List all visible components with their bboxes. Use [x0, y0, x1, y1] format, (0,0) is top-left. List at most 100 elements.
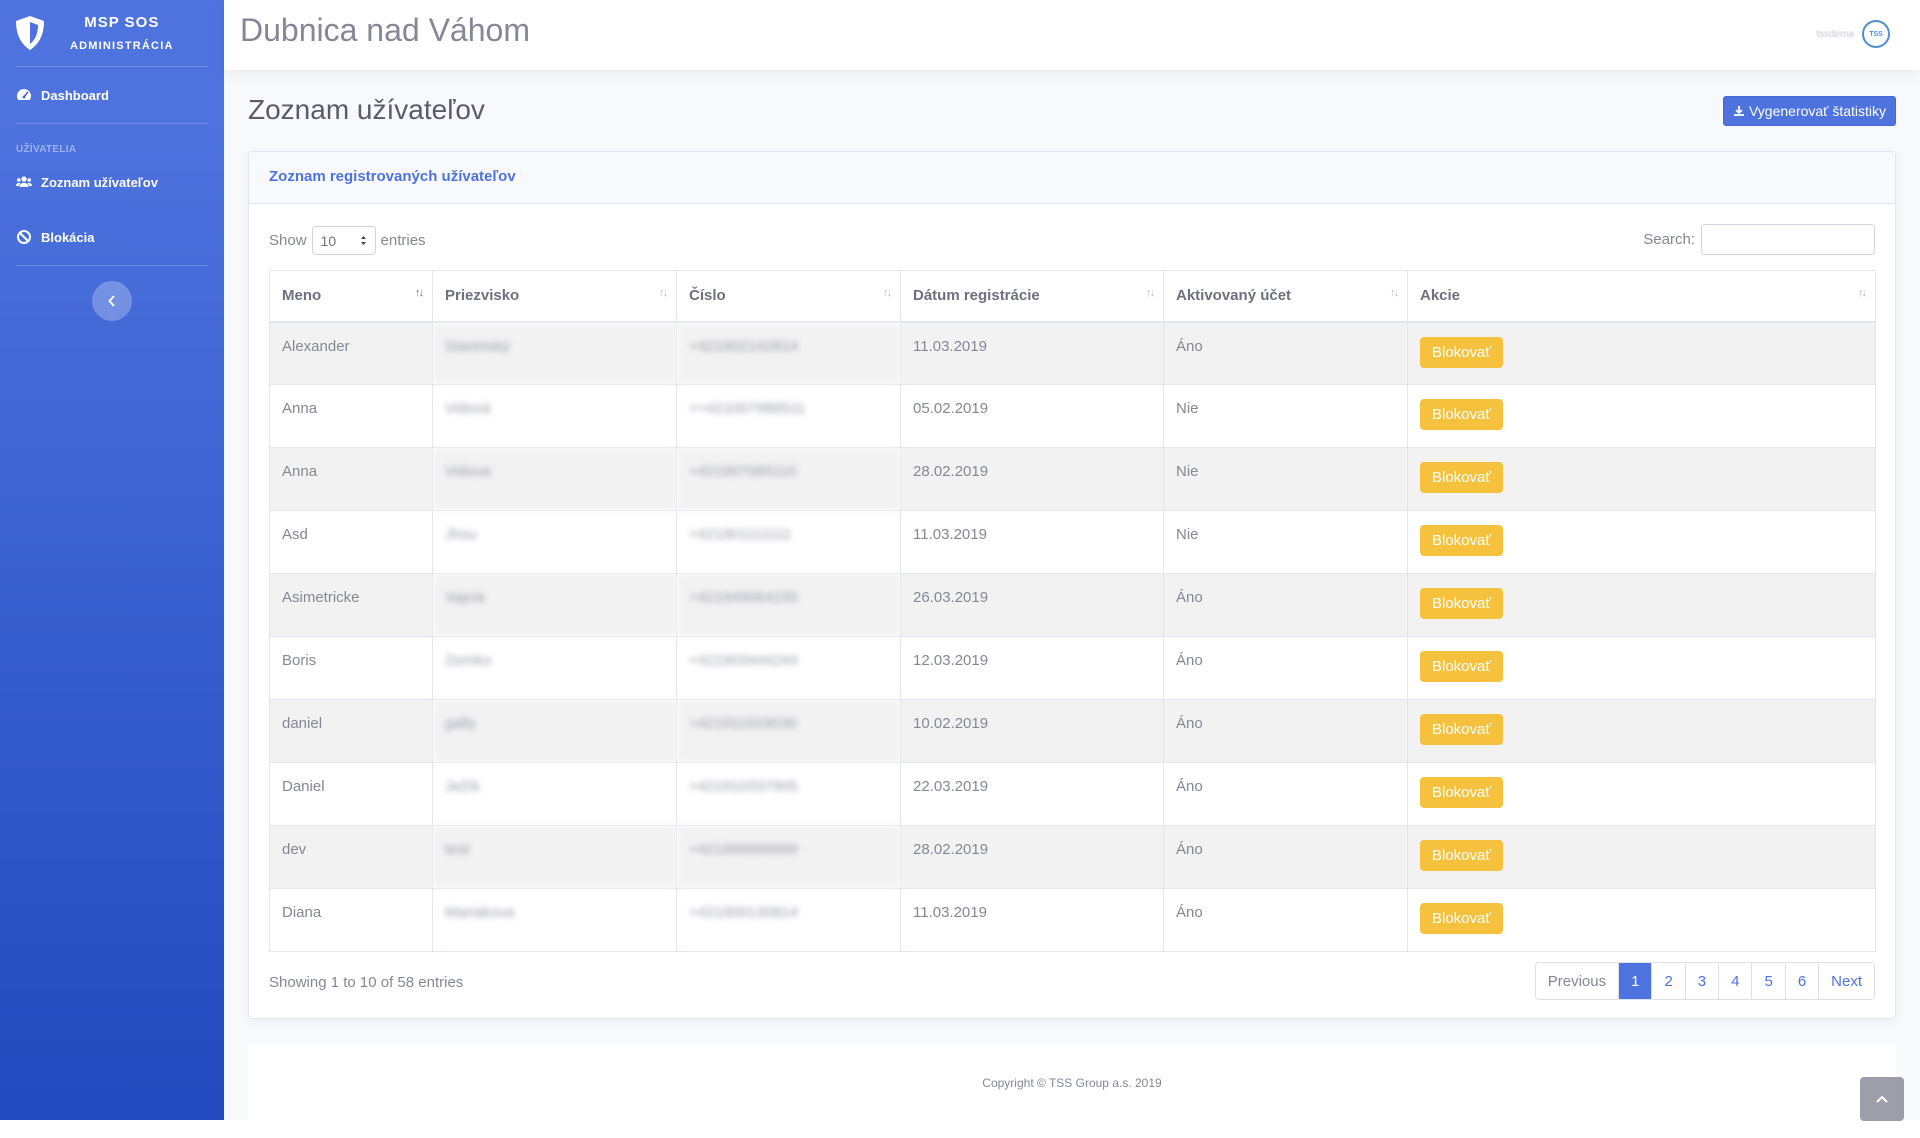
cell-cislo: +421901111111 — [676, 510, 901, 574]
cell-aktivovany: Áno — [1163, 573, 1408, 637]
pagination-previous[interactable]: Previous — [1535, 963, 1619, 999]
users-card: Zoznam registrovaných užívateľov Show 10… — [248, 151, 1896, 1019]
block-user-button[interactable]: Blokovať — [1420, 336, 1503, 368]
table-row: Asimetricke Vajcia +421949064230 26.03.2… — [269, 573, 1876, 637]
cell-datum: 11.03.2019 — [900, 321, 1164, 385]
entries-label: entries — [380, 232, 426, 249]
sidebar-item-users[interactable]: Zoznam užívateľov — [0, 163, 224, 201]
column-header-meno[interactable]: Meno ↑↓ — [269, 270, 433, 323]
cell-meno: Anna — [269, 447, 433, 511]
sidebar-brand[interactable]: MSP SOS ADMINISTRÁCIA — [0, 0, 224, 66]
card-header: Zoznam registrovaných užívateľov — [249, 152, 1895, 204]
table-row: Anna Vidova +421907065110 28.02.2019 Nie… — [269, 447, 1876, 511]
table-row: Alexander Staninský +421902142814 11.03.… — [269, 321, 1876, 385]
cell-aktivovany: Nie — [1163, 447, 1408, 511]
cell-priezvisko: Zemko — [432, 636, 677, 700]
pagination-page-6[interactable]: 6 — [1784, 963, 1819, 999]
cell-meno: Asimetricke — [269, 573, 433, 637]
brand-text: MSP SOS ADMINISTRÁCIA — [70, 14, 174, 52]
cell-aktivovany: Áno — [1163, 699, 1408, 763]
table-row: Boris Zemko +421903444244 12.03.2019 Áno… — [269, 636, 1876, 700]
block-user-button[interactable]: Blokovať — [1420, 399, 1503, 430]
cell-datum: 28.02.2019 — [900, 447, 1164, 511]
sidebar-item-label: Zoznam užívateľov — [41, 174, 158, 190]
sort-icon: ↑↓ — [883, 287, 892, 299]
block-user-button[interactable]: Blokovať — [1420, 525, 1503, 556]
cell-cislo: +421910337905 — [676, 762, 901, 826]
block-user-button[interactable]: Blokovať — [1420, 714, 1503, 745]
column-header-akcie[interactable]: Akcie ↑↓ — [1407, 270, 1876, 323]
cell-datum: 12.03.2019 — [900, 636, 1164, 700]
column-header-priezvisko[interactable]: Priezvisko ↑↓ — [432, 270, 677, 323]
cell-cislo: +421911619030 — [676, 699, 901, 763]
generate-statistics-label: Vygenerovať štatistiky — [1748, 103, 1886, 119]
cell-akcie: Blokovať — [1407, 699, 1876, 763]
cell-cislo: +421903444244 — [676, 636, 901, 700]
cell-akcie: Blokovať — [1407, 510, 1876, 574]
table-header-row: Meno ↑↓ Priezvisko ↑↓ Číslo ↑↓ Dátum regist… — [269, 270, 1876, 323]
cell-akcie: Blokovať — [1407, 888, 1876, 952]
cell-priezvisko: Mariakova — [432, 888, 677, 952]
cell-aktivovany: Áno — [1163, 321, 1408, 385]
table-row: daniel gally +421911619030 10.02.2019 Án… — [269, 699, 1876, 763]
user-name: tssdema — [1816, 28, 1854, 40]
sort-icon: ↑↓ — [1390, 287, 1399, 299]
cell-meno: Anna — [269, 384, 433, 448]
sort-icon: ↑↓ — [415, 287, 424, 299]
block-user-button[interactable]: Blokovať — [1420, 651, 1503, 682]
column-header-datum[interactable]: Dátum registrácie ↑↓ — [900, 270, 1164, 323]
cell-meno: dev — [269, 825, 433, 889]
download-icon — [1733, 106, 1744, 116]
pagination-page-1[interactable]: 1 — [1618, 963, 1652, 999]
cell-priezvisko: Staninský — [432, 321, 677, 385]
column-header-aktivovany[interactable]: Aktivovaný účet ↑↓ — [1163, 270, 1408, 323]
users-table: Meno ↑↓ Priezvisko ↑↓ Číslo ↑↓ Dátum regist… — [269, 270, 1876, 952]
pagination-next[interactable]: Next — [1818, 963, 1874, 999]
cell-cislo: +421907065110 — [676, 447, 901, 511]
pagination-page-3[interactable]: 3 — [1684, 963, 1719, 999]
sidebar-item-dashboard[interactable]: Dashboard — [0, 67, 224, 123]
sort-icon: ↑↓ — [1858, 287, 1867, 299]
block-user-button[interactable]: Blokovať — [1420, 840, 1503, 871]
table-row: Asd Jhsu +421901111111 11.03.2019 Nie Bl… — [269, 510, 1876, 574]
chevron-up-icon — [1876, 1095, 1888, 1103]
cell-meno: daniel — [269, 699, 433, 763]
cell-aktivovany: Nie — [1163, 510, 1408, 574]
pagination-page-2[interactable]: 2 — [1651, 963, 1685, 999]
search-input[interactable] — [1701, 224, 1875, 255]
pagination-page-5[interactable]: 5 — [1751, 963, 1785, 999]
user-menu[interactable]: tssdema TSS — [1816, 20, 1890, 48]
entries-select[interactable]: 10 — [311, 226, 376, 255]
entries-length-control: Show 10 entries — [269, 226, 426, 255]
generate-statistics-button[interactable]: Vygenerovať štatistiky — [1722, 96, 1896, 126]
content: Zoznam užívateľov Vygenerovať štatistiky… — [224, 70, 1920, 1120]
topbar: Dubnica nad Váhom tssdema TSS — [224, 0, 1920, 70]
pagination: Previous 1 2 3 4 5 6 Next — [1534, 962, 1875, 1000]
block-user-button[interactable]: Blokovať — [1420, 777, 1503, 808]
shield-icon — [16, 16, 44, 50]
column-header-cislo[interactable]: Číslo ↑↓ — [676, 270, 901, 323]
pagination-page-4[interactable]: 4 — [1718, 963, 1752, 999]
cell-datum: 26.03.2019 — [900, 573, 1164, 637]
sidebar-item-blokacia[interactable]: Blokácia — [0, 209, 224, 265]
tachometer-icon — [17, 89, 31, 100]
sort-icon: ↑↓ — [659, 287, 668, 299]
entries-select-value: 10 — [320, 232, 337, 249]
block-user-button[interactable]: Blokovať — [1420, 462, 1503, 493]
cell-akcie: Blokovať — [1407, 636, 1876, 700]
cell-meno: Boris — [269, 636, 433, 700]
block-user-button[interactable]: Blokovať — [1420, 588, 1503, 619]
cell-datum: 10.02.2019 — [900, 699, 1164, 763]
ban-icon — [17, 230, 31, 244]
block-user-button[interactable]: Blokovať — [1420, 903, 1503, 934]
cell-meno: Diana — [269, 888, 433, 952]
scroll-to-top-button[interactable] — [1860, 1077, 1904, 1121]
brand-title: MSP SOS — [84, 14, 160, 31]
cell-cislo: +421900130814 — [676, 888, 901, 952]
table-row: Daniel Ježík +421910337905 22.03.2019 Án… — [269, 762, 1876, 826]
sidebar-toggle-button[interactable] — [92, 281, 132, 321]
avatar: TSS — [1862, 20, 1890, 48]
cell-aktivovany: Nie — [1163, 384, 1408, 448]
chevron-left-icon — [108, 295, 115, 307]
cell-datum: 11.03.2019 — [900, 510, 1164, 574]
